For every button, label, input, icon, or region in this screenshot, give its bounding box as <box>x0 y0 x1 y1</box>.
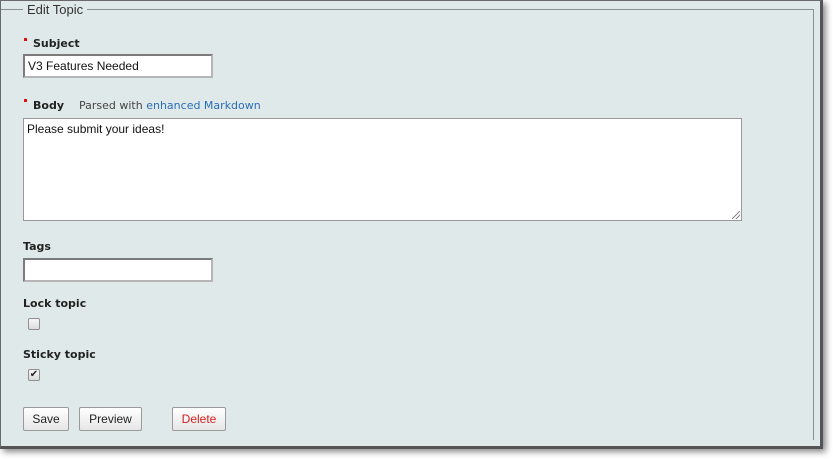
sticky-topic-label: Sticky topic <box>23 348 96 361</box>
enhanced-markdown-link[interactable]: enhanced Markdown <box>146 99 261 112</box>
edit-topic-panel: Edit Topic Subject Body Parsed with enha… <box>0 0 823 449</box>
lock-topic-checkbox[interactable] <box>28 318 40 330</box>
subject-required-marker <box>24 38 27 41</box>
fieldset-border-top <box>1 9 814 10</box>
checkmark-icon: ✔ <box>29 369 39 380</box>
tags-label: Tags <box>23 240 51 253</box>
body-text: Please submit your ideas! <box>27 122 165 136</box>
delete-button[interactable]: Delete <box>172 407 226 431</box>
sticky-topic-checkbox[interactable]: ✔ <box>28 369 40 381</box>
save-button[interactable]: Save <box>23 407 69 431</box>
body-label: Body <box>33 99 64 112</box>
form-legend: Edit Topic <box>23 1 88 18</box>
fieldset-border-right <box>813 9 814 440</box>
resize-grip-icon[interactable] <box>732 211 740 219</box>
body-hint-prefix: Parsed with <box>79 99 143 112</box>
preview-button[interactable]: Preview <box>79 407 142 431</box>
body-markdown-hint: Parsed with enhanced Markdown <box>79 99 261 112</box>
subject-input[interactable] <box>23 54 213 78</box>
lock-topic-label: Lock topic <box>23 297 87 310</box>
tags-input[interactable] <box>23 258 213 282</box>
body-required-marker <box>24 99 27 102</box>
body-textarea[interactable]: Please submit your ideas! <box>23 118 742 221</box>
subject-label: Subject <box>33 37 80 50</box>
